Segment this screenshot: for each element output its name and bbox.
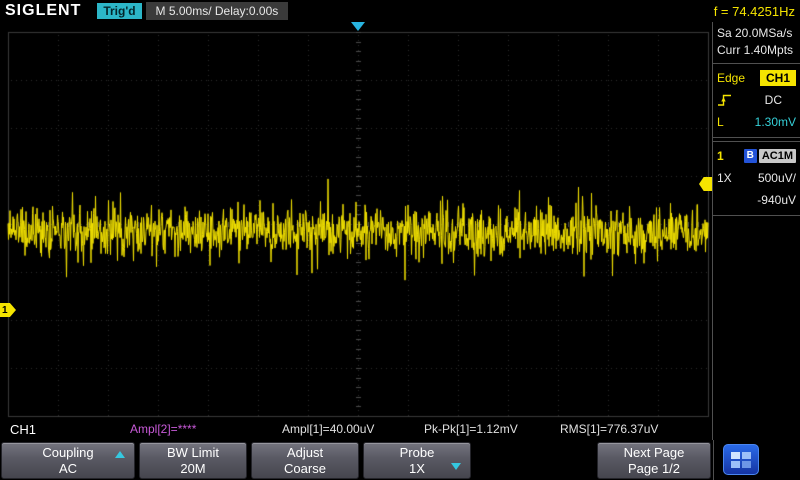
measurement-pkpk-ch1: Pk-Pk[1]=1.12mV [424,419,518,440]
memory-depth: Curr 1.40Mpts [717,42,796,59]
softkey-adjust[interactable]: Adjust Coarse [251,442,359,479]
trigger-position-marker[interactable] [351,22,365,31]
top-bar: SIGLENT Trig'd M 5.00ms/ Delay:0.00s f =… [0,0,800,22]
coupling-badge: AC1M [759,149,796,163]
up-arrow-icon [115,451,125,458]
ch1-marker-label: 1 [2,305,8,316]
softkey-title: Next Page [624,445,685,461]
trigger-info: Edge CH1 DC L 1.30mV [713,64,800,138]
trigger-level-value: 1.30mV [755,115,796,129]
softkey-next-page[interactable]: Next Page Page 1/2 [597,442,711,479]
softkey-title: BW Limit [167,445,219,461]
page-indicator-icon[interactable] [723,444,759,475]
timebase-readout: M 5.00ms/ Delay:0.00s [146,2,289,20]
softkey-bw-limit[interactable]: BW Limit 20M [139,442,247,479]
acquisition-info: Sa 20.0MSa/s Curr 1.40Mpts [713,22,800,64]
trigger-status-badge: Trig'd [97,3,141,19]
softkey-title: Coupling [42,445,93,461]
waveform-display: 1 [0,22,712,420]
channel-offset: -940uV [757,193,796,207]
active-channel-label: CH1 [10,419,36,440]
oscilloscope-screen: SIGLENT Trig'd M 5.00ms/ Delay:0.00s f =… [0,0,800,480]
brand-logo: SIGLENT [5,2,81,20]
rising-edge-icon [717,93,732,108]
softkey-coupling[interactable]: Coupling AC [1,442,135,479]
trigger-source-badge[interactable]: CH1 [760,70,796,86]
measurement-bar: CH1 Ampl[2]=**** Ampl[1]=40.00uV Pk-Pk[1… [0,419,712,440]
status-sidebar: Sa 20.0MSa/s Curr 1.40Mpts Edge CH1 DC L… [712,22,800,440]
measurement-ampl-ch1: Ampl[1]=40.00uV [282,419,374,440]
volts-per-div: 500uV/ [758,171,796,185]
menu-right-area [713,440,800,480]
probe-attenuation: 1X [717,171,732,185]
trigger-type: Edge [717,71,745,85]
softkey-value: Coarse [284,461,326,477]
trigger-coupling: DC [765,93,782,107]
softkey-value: 20M [180,461,205,477]
measurement-ampl-ch2: Ampl[2]=**** [130,419,196,440]
softkey-title: Probe [400,445,435,461]
waveform-canvas [0,22,712,420]
softkey-value: AC [59,461,77,477]
softkey-menu: Coupling AC BW Limit 20M Adjust Coarse P… [0,440,800,480]
down-arrow-icon [451,463,461,470]
softkey-value: 1X [409,461,425,477]
softkey-title: Adjust [287,445,323,461]
channel-info[interactable]: 1 B AC1M 1X 500uV/ -940uV [713,141,800,216]
bandwidth-badge: B [744,149,757,163]
trigger-level-label: L [717,115,724,129]
frequency-counter: f = 74.4251Hz [714,4,795,19]
measurement-rms-ch1: RMS[1]=776.37uV [560,419,658,440]
softkey-value: Page 1/2 [628,461,680,477]
sample-rate: Sa 20.0MSa/s [717,25,796,42]
softkey-probe[interactable]: Probe 1X [363,442,471,479]
channel-number: 1 [717,149,724,163]
